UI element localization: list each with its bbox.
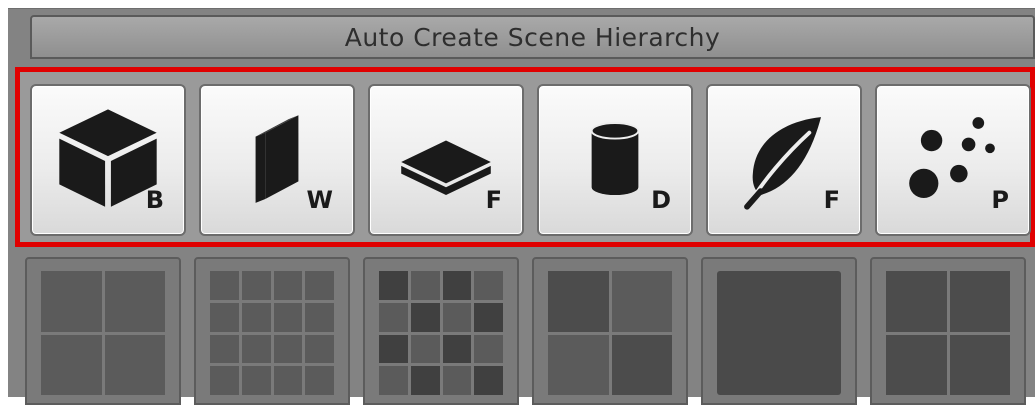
- button-shortcut-letter: F: [823, 186, 840, 214]
- texture-preview: [886, 271, 1010, 395]
- button-shortcut-letter: P: [991, 186, 1009, 214]
- create-box-button[interactable]: B: [30, 84, 186, 236]
- texture-preview: [717, 271, 841, 395]
- create-floor-button[interactable]: F: [368, 84, 524, 236]
- texture-tile[interactable]: [363, 257, 519, 405]
- create-cylinder-button[interactable]: D: [537, 84, 693, 236]
- button-shortcut-letter: W: [306, 186, 333, 214]
- texture-tile[interactable]: [194, 257, 350, 405]
- panel-title: Auto Create Scene Hierarchy: [344, 22, 721, 52]
- button-shortcut-letter: D: [651, 186, 671, 214]
- texture-preview: [210, 271, 334, 395]
- highlight-frame: B W F D F P: [15, 67, 1035, 247]
- texture-tile[interactable]: [870, 257, 1026, 405]
- create-particles-button[interactable]: P: [875, 84, 1031, 236]
- texture-preview: [41, 271, 165, 395]
- texture-tile[interactable]: [25, 257, 181, 405]
- button-shortcut-letter: F: [485, 186, 502, 214]
- texture-preview: [379, 271, 503, 395]
- button-shortcut-letter: B: [145, 186, 164, 214]
- texture-tile[interactable]: [532, 257, 688, 405]
- create-foliage-button[interactable]: F: [706, 84, 862, 236]
- create-wall-button[interactable]: W: [199, 84, 355, 236]
- scene-hierarchy-panel: Auto Create Scene Hierarchy B W F D F P: [8, 8, 1035, 405]
- panel-header: Auto Create Scene Hierarchy: [30, 15, 1035, 59]
- texture-tile[interactable]: [701, 257, 857, 405]
- texture-preview: [548, 271, 672, 395]
